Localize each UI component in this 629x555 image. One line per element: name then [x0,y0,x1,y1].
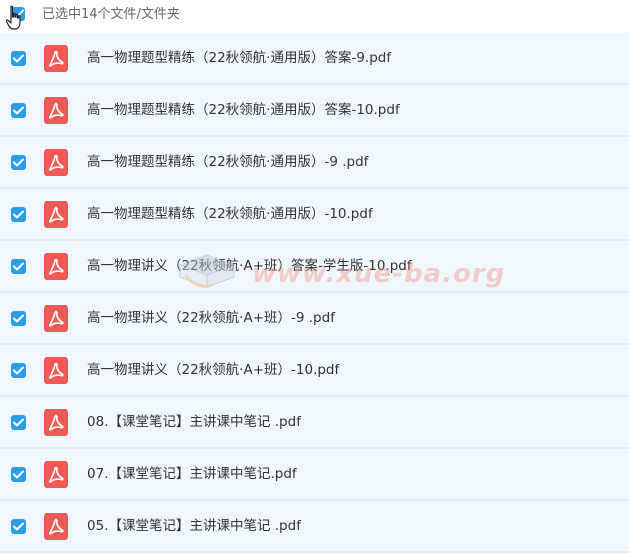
file-name: 高一物理题型精练（22秋领航·通用版）答案-10.pdf [87,102,400,118]
file-row[interactable]: 高一物理题型精练（22秋领航·通用版）答案-10.pdf [0,85,629,137]
file-name: 高一物理讲义（22秋领航·A+班）-10.pdf [87,362,340,378]
file-list-page: 已选中14个文件/文件夹 高一物理题型精练（22秋领航·通用版）答案-9.pdf… [0,0,629,555]
pdf-icon [44,149,68,176]
hand-pointer-icon [5,5,21,30]
file-row[interactable]: 高一物理讲义（22秋领航·A+班）-9 .pdf [0,293,629,345]
pdf-icon [44,461,68,488]
file-checkbox[interactable] [11,415,26,430]
file-list: 高一物理题型精练（22秋领航·通用版）答案-9.pdf 高一物理题型精练（22秋… [0,33,629,553]
file-checkbox[interactable] [11,363,26,378]
file-row[interactable]: 07.【课堂笔记】主讲课中笔记.pdf [0,449,629,501]
checkmark-icon [13,470,24,479]
selection-header: 已选中14个文件/文件夹 [0,0,629,33]
pdf-icon [44,305,68,332]
checkmark-icon [13,54,24,63]
pdf-icon [44,253,68,280]
checkmark-icon [13,418,24,427]
file-row[interactable]: 高一物理讲义（22秋领航·A+班）答案-学生版-10.pdf [0,241,629,293]
pdf-icon [44,201,68,228]
file-checkbox[interactable] [11,51,26,66]
file-checkbox[interactable] [11,207,26,222]
pdf-icon [44,409,68,436]
file-checkbox[interactable] [11,311,26,326]
checkmark-icon [13,314,24,323]
checkmark-icon [13,522,24,531]
file-name: 高一物理讲义（22秋领航·A+班）答案-学生版-10.pdf [87,258,412,274]
file-checkbox[interactable] [11,103,26,118]
file-name: 高一物理讲义（22秋领航·A+班）-9 .pdf [87,310,335,326]
file-row[interactable]: 高一物理题型精练（22秋领航·通用版）-10.pdf [0,189,629,241]
file-checkbox[interactable] [11,467,26,482]
pdf-icon [44,513,68,540]
file-row[interactable]: 05.【课堂笔记】主讲课中笔记 .pdf [0,501,629,553]
file-name: 高一物理题型精练（22秋领航·通用版）-9 .pdf [87,154,369,170]
checkmark-icon [13,158,24,167]
file-name: 07.【课堂笔记】主讲课中笔记.pdf [87,466,297,482]
pdf-icon [44,357,68,384]
file-name: 08.【课堂笔记】主讲课中笔记 .pdf [87,414,301,430]
file-name: 高一物理题型精练（22秋领航·通用版）-10.pdf [87,206,373,222]
checkmark-icon [13,366,24,375]
file-row[interactable]: 高一物理讲义（22秋领航·A+班）-10.pdf [0,345,629,397]
file-checkbox[interactable] [11,259,26,274]
pdf-icon [44,97,68,124]
pdf-icon [44,45,68,72]
checkmark-icon [13,106,24,115]
file-checkbox[interactable] [11,155,26,170]
file-row[interactable]: 高一物理题型精练（22秋领航·通用版）答案-9.pdf [0,33,629,85]
file-name: 高一物理题型精练（22秋领航·通用版）答案-9.pdf [87,50,392,66]
file-name: 05.【课堂笔记】主讲课中笔记 .pdf [87,518,301,534]
checkmark-icon [13,210,24,219]
checkmark-icon [13,262,24,271]
file-checkbox[interactable] [11,519,26,534]
file-row[interactable]: 08.【课堂笔记】主讲课中笔记 .pdf [0,397,629,449]
file-row[interactable]: 高一物理题型精练（22秋领航·通用版）-9 .pdf [0,137,629,189]
selection-count-text: 已选中14个文件/文件夹 [42,7,180,22]
